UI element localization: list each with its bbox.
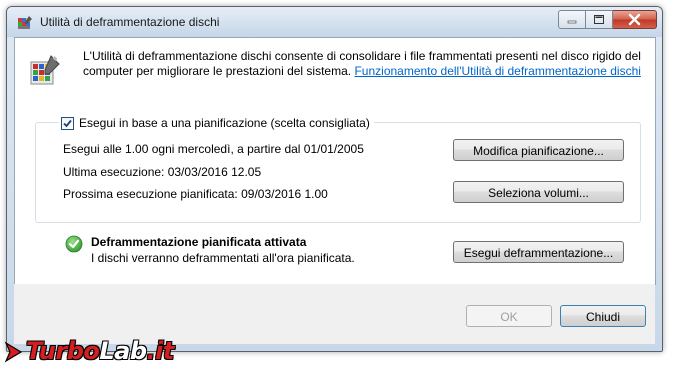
defrag-window: Utilità di deframmentazione dischi L'Uti…: [6, 6, 663, 352]
schedule-run-info: Esegui alle 1.00 ogni mercoledì, a parti…: [63, 142, 364, 156]
ok-button[interactable]: OK: [466, 305, 552, 327]
dialog-content: L'Utilità di deframmentazione dischi con…: [14, 37, 656, 285]
checkmark-icon: [63, 119, 72, 127]
arrow-logo-icon: [4, 341, 23, 363]
run-defrag-button[interactable]: Esegui deframmentazione...: [453, 241, 624, 263]
help-link[interactable]: Funzionamento dell'Utilità di deframment…: [354, 64, 640, 78]
turbolab-watermark: TurboLab.it: [4, 337, 174, 367]
watermark-part3: .it: [146, 337, 175, 365]
caption-buttons: [558, 10, 657, 29]
close-icon: [628, 13, 641, 26]
status-subtitle: I dischi verranno deframmentati all'ora …: [91, 251, 355, 265]
maximize-icon: [594, 15, 604, 24]
last-run-info: Ultima esecuzione: 03/03/2016 12.05: [63, 165, 262, 179]
status-title: Deframmentazione pianificata attivata: [91, 235, 307, 249]
modify-schedule-button[interactable]: Modifica pianificazione...: [453, 139, 624, 161]
select-volumes-button[interactable]: Seleziona volumi...: [453, 181, 624, 203]
watermark-part2: Lab: [99, 337, 147, 365]
minimize-button[interactable]: [558, 10, 586, 29]
schedule-checkbox-row[interactable]: Esegui in base a una pianificazione (sce…: [59, 115, 374, 131]
watermark-part1: Turbo: [26, 337, 100, 365]
check-circle-icon: [65, 235, 83, 253]
schedule-checkbox[interactable]: [61, 116, 74, 130]
dialog-footer: OK Chiudi: [14, 284, 655, 344]
intro-text: L'Utilità di deframmentazione dischi con…: [83, 49, 643, 79]
title-bar[interactable]: Utilità di deframmentazione dischi: [7, 7, 662, 37]
schedule-checkbox-label: Esegui in base a una pianificazione (sce…: [79, 116, 370, 130]
next-run-info: Prossima esecuzione pianificata: 09/03/2…: [63, 187, 328, 201]
defrag-app-icon: [18, 16, 32, 29]
close-button[interactable]: Chiudi: [560, 305, 646, 327]
close-window-button[interactable]: [613, 10, 657, 29]
minimize-icon: [567, 20, 577, 24]
window-title: Utilità di deframmentazione dischi: [40, 15, 220, 29]
maximize-button[interactable]: [586, 10, 613, 29]
defrag-icon: [30, 55, 60, 85]
